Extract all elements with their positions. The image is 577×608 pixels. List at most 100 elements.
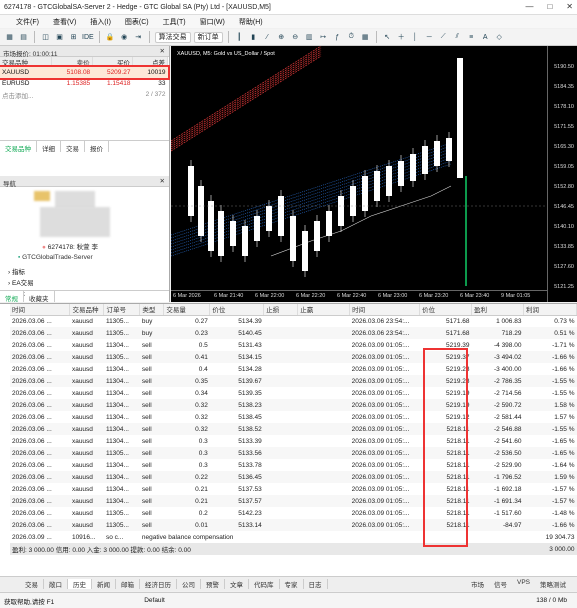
- indicators-icon[interactable]: ƒ: [332, 32, 343, 43]
- col-tp[interactable]: 止赢: [297, 304, 351, 316]
- close-icon[interactable]: ✕: [566, 2, 573, 11]
- candle-icon[interactable]: ▮: [248, 32, 259, 43]
- menu-window[interactable]: 窗口(W): [200, 17, 225, 27]
- profiles-icon[interactable]: ▤: [18, 32, 29, 43]
- history-row[interactable]: 2026.03.06 ... xauusd 11304... sell 0.21 5137…: [10, 483, 577, 495]
- nav-experts[interactable]: › EA交易: [8, 277, 34, 287]
- channel-icon[interactable]: ⫽: [452, 32, 463, 43]
- history-row[interactable]: 2026.03.06 ... xauusd 11304... sell 0.3 5133.…: [10, 435, 577, 447]
- nav-indicators[interactable]: › 指标: [8, 266, 25, 276]
- col-profit-pct[interactable]: 利润: [523, 304, 577, 316]
- col-ask[interactable]: 买价: [92, 57, 133, 67]
- history-row[interactable]: 2026.03.06 ... xauusd 11304... sell 0.22 5136…: [10, 471, 577, 483]
- tile-icon[interactable]: ▥: [304, 32, 315, 43]
- tab-trade[interactable]: 交易: [20, 579, 44, 589]
- history-row[interactable]: 2026.03.06 ... xauusd 11304... sell 0.21 5137…: [10, 495, 577, 507]
- price-chart[interactable]: XAUUSD, M5: Gold vs US_Dollar / Spot 519…: [171, 46, 577, 302]
- menu-insert[interactable]: 插入(I): [90, 17, 111, 27]
- history-row[interactable]: 2026.03.06 ... xauusd 11305... sell 0.41 5134…: [10, 351, 577, 363]
- history-row[interactable]: 2026.03.06 ... xauusd 11305... sell 0.2 5142.…: [10, 507, 577, 519]
- tab-articles[interactable]: 文章: [225, 579, 249, 589]
- market-watch-icon[interactable]: ◫: [40, 32, 51, 43]
- tab-calendar[interactable]: 经济日历: [140, 579, 177, 589]
- col-profit[interactable]: 盈利: [471, 304, 524, 316]
- col-type[interactable]: 类型: [139, 304, 165, 316]
- cursor-icon[interactable]: ↖: [382, 32, 393, 43]
- history-row[interactable]: 2026.03.06 ... xauusd 11304... sell 0.4 5134.…: [10, 363, 577, 375]
- col-volume[interactable]: 交易量: [163, 304, 211, 316]
- col-close-price[interactable]: 价位: [419, 304, 472, 316]
- history-row[interactable]: 2026.03.06 ... xauusd 11305... sell 0.3 5133.…: [10, 447, 577, 459]
- col-order[interactable]: 订单号: [103, 304, 141, 316]
- tab-tester[interactable]: 策略测试: [540, 579, 566, 589]
- new-chart-icon[interactable]: ▦: [4, 32, 15, 43]
- tab-news[interactable]: 新闻: [92, 579, 116, 589]
- col-symbol[interactable]: 交易品种: [0, 57, 53, 67]
- col-bid[interactable]: 卖价: [51, 57, 93, 67]
- history-row[interactable]: 2026.03.06 ... xauusd 11304... sell 0.32 5138…: [10, 411, 577, 423]
- col-sl[interactable]: 止损: [263, 304, 299, 316]
- col-open-price[interactable]: 价位: [209, 304, 265, 316]
- tab-details[interactable]: 详细: [37, 141, 61, 153]
- tab-journal[interactable]: 日志: [304, 579, 328, 589]
- tab-experts[interactable]: 专家: [280, 579, 304, 589]
- menu-tools[interactable]: 工具(T): [163, 17, 186, 27]
- menu-chart[interactable]: 图表(C): [125, 17, 149, 27]
- period-icon[interactable]: ⏱: [346, 32, 357, 43]
- new-order-button[interactable]: 新订单: [193, 31, 223, 43]
- add-symbol-row[interactable]: 点击添加... 2 / 372: [0, 89, 168, 100]
- history-row[interactable]: 2026.03.06 ... xauusd 11305... sell 0.01 5133…: [10, 519, 577, 531]
- menu-file[interactable]: 文件(F): [16, 17, 39, 27]
- tab-common[interactable]: 常规: [0, 291, 24, 303]
- navigator-icon[interactable]: ▣: [54, 32, 65, 43]
- tab-ticks[interactable]: 报价: [85, 141, 109, 153]
- tab-favorites[interactable]: 收藏夹: [24, 291, 55, 303]
- lock-icon[interactable]: 🔒: [105, 32, 116, 43]
- col-symbol[interactable]: 交易品种: [69, 304, 105, 316]
- line-chart-icon[interactable]: ⁄: [262, 32, 273, 43]
- account-item[interactable]: ● 6274178: 秋萱 李: [42, 241, 98, 251]
- chart-shift-icon[interactable]: ⇥: [133, 32, 144, 43]
- history-row[interactable]: 2026.03.06 ... xauusd 11304... sell 0.34 5139…: [10, 387, 577, 399]
- trendline-icon[interactable]: ⟋: [438, 32, 449, 43]
- history-row[interactable]: 2026.03.06 ... xauusd 11304... sell 0.35 5139…: [10, 375, 577, 387]
- menu-view[interactable]: 查看(V): [53, 17, 76, 27]
- col-open-time[interactable]: 时间: [10, 304, 71, 316]
- tab-alerts[interactable]: 预警: [201, 579, 225, 589]
- ide-button[interactable]: IDE: [82, 32, 94, 43]
- data-window-icon[interactable]: ⊞: [68, 32, 79, 43]
- maximize-icon[interactable]: □: [547, 2, 552, 11]
- col-spread[interactable]: 点差: [132, 57, 169, 67]
- history-row[interactable]: 2026.03.06 ... xauusd 11304... sell 0.3 5133.…: [10, 459, 577, 471]
- tab-symbols[interactable]: 交易品种: [0, 141, 37, 153]
- balance-row[interactable]: 2026.03.09 ... 10916... so c... negative ba…: [10, 531, 577, 543]
- history-row[interactable]: 2026.03.06 ... xauusd 11304... sell 0.32 5138…: [10, 423, 577, 435]
- bar-chart-icon[interactable]: ┃: [234, 32, 245, 43]
- close-icon[interactable]: ✕: [160, 177, 165, 185]
- shapes-icon[interactable]: ◇: [494, 32, 505, 43]
- history-row[interactable]: 2026.03.06 ... xauusd 11304... sell 0.5 5131.…: [10, 339, 577, 351]
- crosshair-icon[interactable]: ＋: [396, 32, 407, 43]
- zoom-out-icon[interactable]: ⊖: [290, 32, 301, 43]
- history-row[interactable]: 2026.03.06 ... xauusd 11305... buy 0.27 5134.…: [10, 315, 577, 327]
- symbol-row-eurusd[interactable]: EURUSD 1.15385 1.15418 33: [0, 78, 168, 89]
- server-item[interactable]: ▪ GTCGlobalTrade-Server: [18, 254, 93, 261]
- horizontal-line-icon[interactable]: ─: [424, 32, 435, 43]
- menu-help[interactable]: 帮助(H): [239, 17, 263, 27]
- tab-vps[interactable]: VPS: [517, 579, 530, 589]
- tab-history[interactable]: 历史: [68, 579, 92, 589]
- text-icon[interactable]: A: [480, 32, 491, 43]
- tab-company[interactable]: 公司: [177, 579, 201, 589]
- tab-mailbox[interactable]: 邮箱: [116, 579, 140, 589]
- one-click-icon[interactable]: ◉: [119, 32, 130, 43]
- col-close-time[interactable]: 时间: [349, 304, 421, 316]
- tab-signals[interactable]: 信号: [494, 579, 507, 589]
- history-row[interactable]: 2026.03.06 ... xauusd 11304... sell 0.32 5138…: [10, 399, 577, 411]
- autoscroll-icon[interactable]: ↦: [318, 32, 329, 43]
- symbol-row-xauusd[interactable]: XAUUSD 5108.08 5209.27 10019: [0, 65, 170, 80]
- zoom-in-icon[interactable]: ⊕: [276, 32, 287, 43]
- history-row[interactable]: 2026.03.06 ... xauusd 11305... buy 0.23 5140.…: [10, 327, 577, 339]
- tab-exposure[interactable]: 敞口: [44, 579, 68, 589]
- tab-codebase[interactable]: 代码库: [249, 579, 280, 589]
- tab-trading[interactable]: 交易: [61, 141, 85, 153]
